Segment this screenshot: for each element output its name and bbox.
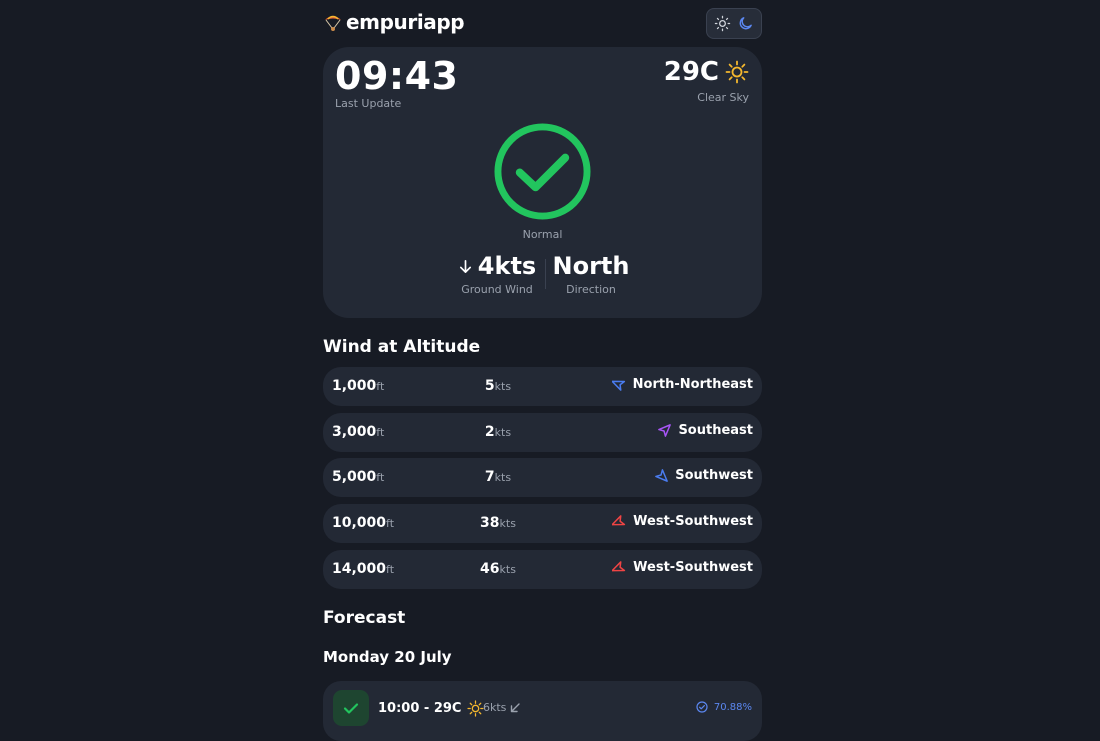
wind-arrow-icon — [658, 423, 672, 437]
status-check-icon — [494, 123, 591, 220]
last-update-caption: Last Update — [335, 97, 402, 110]
current-conditions-card: 09:43 Last Update 29C Clear Sky Normal 4… — [323, 47, 762, 318]
altitude-height: 3,000ft — [332, 423, 385, 440]
altitude-row[interactable]: 10,000ft 38kts West-Southwest — [323, 504, 762, 544]
altitude-height: 14,000ft — [332, 560, 395, 577]
altitude-direction: Southwest — [654, 468, 753, 483]
altitude-row[interactable]: 3,000ft 2kts Southeast — [323, 412, 762, 452]
wind-direction-caption: Direction — [566, 283, 616, 296]
sky-condition: Clear Sky — [697, 91, 749, 104]
forecast-day-title: Monday 20 July — [323, 648, 452, 666]
wind-divider — [545, 259, 546, 289]
forecast-wind: 6kts — [483, 701, 521, 714]
ground-wind-value-row: 4kts — [453, 252, 541, 280]
altitude-row[interactable]: 5,000ft 7kts Southwest — [323, 458, 762, 498]
wind-direction-stat: North Direction — [552, 252, 630, 296]
altitude-section-title: Wind at Altitude — [323, 337, 481, 357]
check-icon — [343, 703, 359, 714]
last-update-time: 09:43 — [335, 54, 459, 98]
theme-toggle[interactable] — [706, 8, 762, 39]
app-name: empuriapp — [346, 10, 465, 34]
wind-arrow-icon — [612, 560, 626, 572]
arrow-down-icon — [459, 259, 471, 273]
altitude-direction: West-Southwest — [612, 560, 753, 575]
altitude-direction: North-Northeast — [611, 377, 753, 392]
altitude-speed: 2kts — [484, 423, 512, 440]
status-label: Normal — [522, 228, 563, 241]
moon-icon[interactable] — [737, 15, 754, 32]
altitude-speed: 5kts — [484, 378, 512, 394]
sun-icon — [725, 60, 749, 84]
arrow-down-left-icon — [511, 702, 521, 712]
altitude-speed: 46kts — [480, 560, 516, 577]
forecast-item[interactable]: 10:00 - 29C 6kts 70.88% — [323, 681, 762, 741]
ground-wind-stat: 4kts Ground Wind — [453, 252, 541, 296]
wind-arrow-icon — [611, 380, 625, 391]
altitude-list: 1,000ft 5kts North-Northeast 3,000ft 2kt… — [323, 367, 762, 595]
altitude-height: 5,000ft — [332, 469, 385, 486]
temperature: 29C — [663, 57, 719, 87]
header: empuriapp — [323, 8, 762, 39]
altitude-height: 1,000ft — [332, 378, 385, 394]
altitude-speed: 7kts — [484, 469, 512, 486]
altitude-direction: West-Southwest — [612, 514, 753, 529]
ground-wind-value: 4kts — [477, 252, 537, 280]
altitude-speed: 38kts — [480, 515, 516, 532]
forecast-probability: 70.88% — [696, 701, 752, 713]
wind-arrow-icon — [655, 469, 669, 483]
forecast-status-badge — [333, 690, 369, 726]
wind-arrow-icon — [612, 515, 626, 526]
temperature-row: 29C — [664, 57, 749, 87]
altitude-height: 10,000ft — [332, 515, 395, 532]
sun-icon[interactable] — [714, 15, 731, 32]
sun-icon — [467, 700, 485, 717]
wind-direction-value: North — [552, 252, 630, 280]
forecast-time-temp: 10:00 - 29C — [378, 700, 485, 717]
altitude-row[interactable]: 14,000ft 46kts West-Southwest — [323, 549, 762, 589]
ground-wind-caption: Ground Wind — [461, 283, 533, 296]
brand[interactable]: empuriapp — [323, 10, 465, 34]
paraglider-icon — [325, 15, 341, 31]
altitude-row[interactable]: 1,000ft 5kts North-Northeast — [323, 367, 762, 406]
check-circle-icon — [696, 701, 708, 713]
altitude-direction: Southeast — [657, 423, 753, 438]
forecast-section-title: Forecast — [323, 608, 406, 628]
